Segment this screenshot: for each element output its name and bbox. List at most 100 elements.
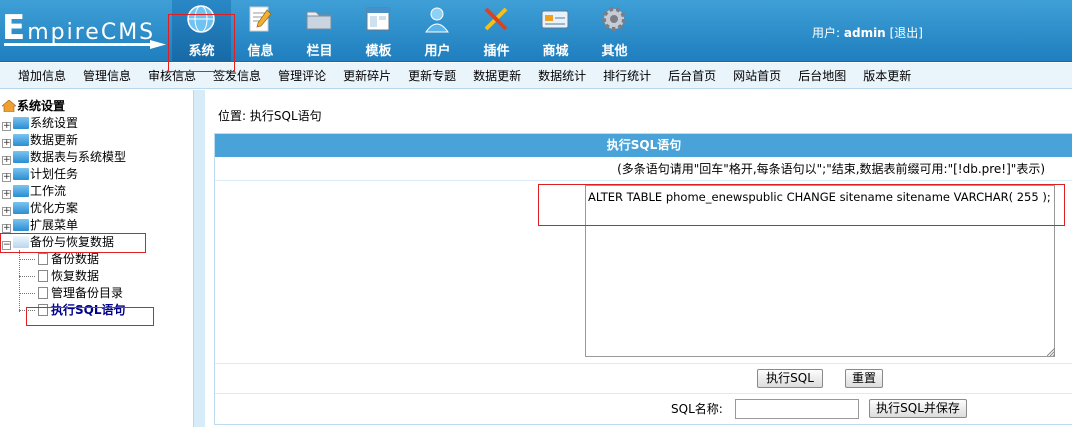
menu-manage-comments[interactable]: 管理评论 [278, 63, 326, 88]
quick-menu: 增加信息 管理信息 审核信息 签发信息 管理评论 更新碎片 更新专题 数据更新 … [0, 63, 1072, 89]
menu-manage-info[interactable]: 管理信息 [83, 63, 131, 88]
nav-template-label: 模板 [365, 44, 392, 59]
nav-user-label: 用户 [424, 44, 451, 59]
execute-save-button[interactable]: 执行SQL并保存 [869, 399, 967, 418]
panel-title: 执行SQL语句 [215, 134, 1072, 157]
nav-info-label: 信息 [247, 44, 274, 59]
nav-other-label: 其他 [601, 44, 628, 59]
user-icon [425, 7, 449, 33]
breadcrumb-link[interactable]: 执行SQL语句 [250, 109, 322, 123]
top-header: EmpireCMS 系统 信息 栏目 模板 用户 插件 商城 其他 用户: ad… [0, 0, 1072, 62]
collapse-icon[interactable]: − [2, 241, 11, 250]
page-icon [38, 287, 48, 299]
menu-version-update[interactable]: 版本更新 [863, 63, 911, 88]
tree-item-optimization[interactable]: + 优化方案 [2, 200, 126, 217]
menu-review-info[interactable]: 审核信息 [148, 63, 196, 88]
folder-icon [13, 168, 29, 180]
main-content: 位置: 执行SQL语句 执行SQL语句 (多条语句请用"回车"格开,每条语句以"… [206, 90, 1072, 427]
tree-item-workflow[interactable]: + 工作流 [2, 183, 126, 200]
nav-other-shop-label: 商城 [542, 44, 569, 59]
tree-item-extended-menu[interactable]: + 扩展菜单 [2, 217, 126, 234]
page-icon [38, 304, 48, 316]
sidebar-splitter[interactable] [193, 90, 205, 427]
nav-system-label: 系统 [188, 44, 215, 59]
nav-column[interactable]: 栏目 [290, 0, 349, 62]
tree-connector [19, 250, 20, 312]
home-icon [2, 100, 16, 112]
expand-icon[interactable]: + [2, 173, 11, 182]
globe-icon [187, 5, 215, 33]
top-nav: 系统 信息 栏目 模板 用户 插件 商城 其他 [172, 0, 644, 62]
page-icon [38, 270, 48, 282]
tree-item-scheduled-tasks[interactable]: + 计划任务 [2, 166, 126, 183]
logout-link[interactable]: [退出] [890, 26, 923, 40]
expand-icon[interactable]: + [2, 139, 11, 148]
folder-icon [13, 219, 29, 231]
expand-icon[interactable]: + [2, 190, 11, 199]
expand-icon[interactable]: + [2, 156, 11, 165]
nav-plugin-label: 插件 [483, 44, 510, 59]
menu-add-info[interactable]: 增加信息 [18, 63, 66, 88]
page-icon [38, 253, 48, 265]
menu-data-update[interactable]: 数据更新 [473, 63, 521, 88]
nav-info[interactable]: 信息 [231, 0, 290, 62]
sql-textarea[interactable]: ALTER TABLE phome_enewspublic CHANGE sit… [585, 185, 1055, 357]
credit-card-icon [541, 10, 569, 29]
expand-icon[interactable]: + [2, 122, 11, 131]
resize-grip-icon[interactable] [1047, 348, 1055, 356]
sql-name-input[interactable] [735, 399, 859, 419]
folder-icon [13, 151, 29, 163]
menu-update-fragments[interactable]: 更新碎片 [343, 63, 391, 88]
nav-column-label: 栏目 [306, 44, 333, 59]
tree-item-tables-models[interactable]: + 数据表与系统模型 [2, 149, 126, 166]
empirecms-logo: EmpireCMS [2, 10, 170, 50]
gear-icon [602, 7, 626, 31]
sql-row: ALTER TABLE phome_enewspublic CHANGE sit… [215, 181, 1072, 364]
template-window-icon [366, 7, 390, 31]
menu-admin-home[interactable]: 后台首页 [668, 63, 716, 88]
open-folder-icon [13, 236, 29, 248]
execute-sql-button[interactable]: 执行SQL [757, 369, 823, 388]
menu-update-topics[interactable]: 更新专题 [408, 63, 456, 88]
menu-data-stats[interactable]: 数据统计 [538, 63, 586, 88]
sql-name-row: SQL名称: 执行SQL并保存 [215, 394, 1072, 424]
logo-arrow-icon [4, 40, 166, 49]
tree-item-backup-restore[interactable]: − 备份与恢复数据 [2, 234, 126, 251]
nav-system[interactable]: 系统 [172, 0, 231, 62]
folder-icon [13, 117, 29, 129]
tree-item-data-update[interactable]: + 数据更新 [2, 132, 126, 149]
tools-icon [484, 7, 508, 31]
tree-child-restore-data[interactable]: 恢复数据 [2, 268, 126, 285]
user-info: 用户: admin [退出] [812, 26, 923, 40]
menu-sign-info[interactable]: 签发信息 [213, 63, 261, 88]
folder-icon [13, 202, 29, 214]
breadcrumb: 位置: 执行SQL语句 [218, 109, 322, 123]
tree-item-system-settings[interactable]: + 系统设置 [2, 115, 126, 132]
reset-button[interactable]: 重置 [845, 369, 883, 388]
folder-icon [13, 134, 29, 146]
tree-root[interactable]: 系统设置 [2, 98, 126, 115]
document-edit-icon [249, 6, 272, 32]
tree-child-execute-sql[interactable]: 执行SQL语句 [2, 302, 126, 319]
nav-shop[interactable]: 商城 [526, 0, 585, 62]
nav-plugin[interactable]: 插件 [467, 0, 526, 62]
nav-user[interactable]: 用户 [408, 0, 467, 62]
folder-icon [13, 185, 29, 197]
button-row: 执行SQL 重置 [215, 364, 1072, 394]
settings-tree: 系统设置 + 系统设置 + 数据更新 + 数据表与系统模型 + 计划任务 + 工作流 + 优… [2, 98, 126, 319]
sql-panel: 执行SQL语句 (多条语句请用"回车"格开,每条语句以";"结束,数据表前缀可用… [214, 133, 1072, 425]
tree-child-manage-backup-dir[interactable]: 管理备份目录 [2, 285, 126, 302]
nav-other[interactable]: 其他 [585, 0, 644, 62]
nav-template[interactable]: 模板 [349, 0, 408, 62]
menu-admin-map[interactable]: 后台地图 [798, 63, 846, 88]
tree-child-backup-data[interactable]: 备份数据 [2, 251, 126, 268]
menu-rank-stats[interactable]: 排行统计 [603, 63, 651, 88]
folder-icon [306, 11, 332, 30]
sidebar: 系统设置 + 系统设置 + 数据更新 + 数据表与系统模型 + 计划任务 + 工作流 + 优… [0, 90, 193, 427]
sql-name-label: SQL名称: [671, 402, 723, 416]
sql-hint: (多条语句请用"回车"格开,每条语句以";"结束,数据表前缀可用:"[!db.p… [215, 157, 1072, 181]
menu-site-home[interactable]: 网站首页 [733, 63, 781, 88]
expand-icon[interactable]: + [2, 207, 11, 216]
user-name: admin [843, 26, 886, 40]
expand-icon[interactable]: + [2, 224, 11, 233]
